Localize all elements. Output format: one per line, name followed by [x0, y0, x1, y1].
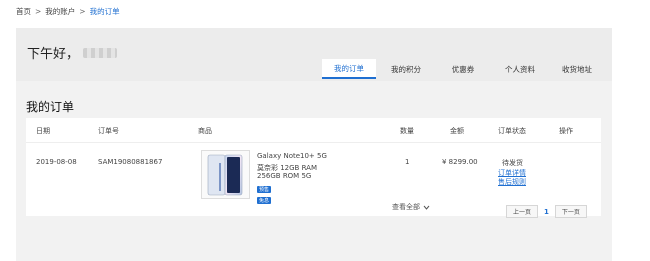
greeting-text: 下午好，	[27, 47, 80, 62]
tab-profile[interactable]: 个人资料	[493, 59, 547, 79]
header-action: 操作	[559, 127, 573, 135]
tab-my-points[interactable]: 我的积分	[379, 59, 433, 79]
current-page[interactable]: 1	[544, 208, 549, 216]
expand-all-button[interactable]: 查看全部	[392, 202, 430, 212]
breadcrumb-home[interactable]: 首页	[16, 6, 31, 17]
header-product: 商品	[198, 127, 212, 135]
breadcrumb-separator: >	[79, 7, 86, 16]
header-amount: 金额	[450, 127, 464, 135]
orders-table: 日期 订单号 商品 数量 金额 订单状态 操作 2019-08-08 SAM19…	[26, 118, 601, 216]
account-header: 下午好， 我的订单 我的积分 优惠券 个人资料 收货地址	[16, 28, 612, 81]
order-date: 2019-08-08	[36, 158, 77, 166]
prev-page-button[interactable]: 上一页	[506, 205, 538, 218]
phone-icon	[207, 154, 242, 195]
account-tabs: 我的订单 我的积分 优惠券 个人资料 收货地址	[322, 59, 607, 79]
expand-all-label: 查看全部	[392, 203, 420, 211]
header-qty: 数量	[400, 127, 414, 135]
next-page-button[interactable]: 下一页	[554, 205, 587, 218]
presale-badge: 预售	[257, 186, 271, 193]
order-qty: 1	[405, 158, 410, 166]
header-date: 日期	[36, 127, 50, 135]
pagination: 上一页 1 下一页	[506, 205, 587, 218]
table-header: 日期 订单号 商品 数量 金额 订单状态 操作	[26, 118, 601, 143]
breadcrumb-account[interactable]: 我的账户	[45, 6, 75, 17]
product-image[interactable]	[201, 150, 250, 199]
blurred-username	[83, 47, 118, 58]
tab-my-orders[interactable]: 我的订单	[322, 59, 376, 79]
product-name[interactable]: Galaxy Note10+ 5G	[257, 152, 327, 160]
tab-addresses[interactable]: 收货地址	[550, 59, 604, 79]
header-order-no: 订单号	[98, 127, 119, 135]
order-amount: ¥ 8299.00	[442, 158, 478, 166]
product-spec-rom-network: 256GB ROM 5G	[257, 172, 312, 180]
order-status: 待发货	[502, 159, 523, 167]
account-panel: 下午好， 我的订单 我的积分 优惠券 个人资料 收货地址 我的订单 日期 订单号…	[16, 28, 612, 261]
breadcrumb: 首页 > 我的账户 > 我的订单	[16, 6, 120, 17]
breadcrumb-separator: >	[35, 7, 42, 16]
chevron-down-icon	[423, 205, 430, 210]
after-sale-rules-link[interactable]: 售后规则	[498, 177, 526, 187]
breadcrumb-current: 我的订单	[89, 7, 120, 16]
page-title: 我的订单	[26, 100, 75, 114]
greeting: 下午好，	[27, 43, 118, 62]
order-number: SAM19080881867	[98, 158, 163, 166]
tab-coupons[interactable]: 优惠券	[436, 59, 490, 79]
interest-free-badge: 免息	[257, 197, 271, 204]
header-status: 订单状态	[498, 127, 526, 135]
